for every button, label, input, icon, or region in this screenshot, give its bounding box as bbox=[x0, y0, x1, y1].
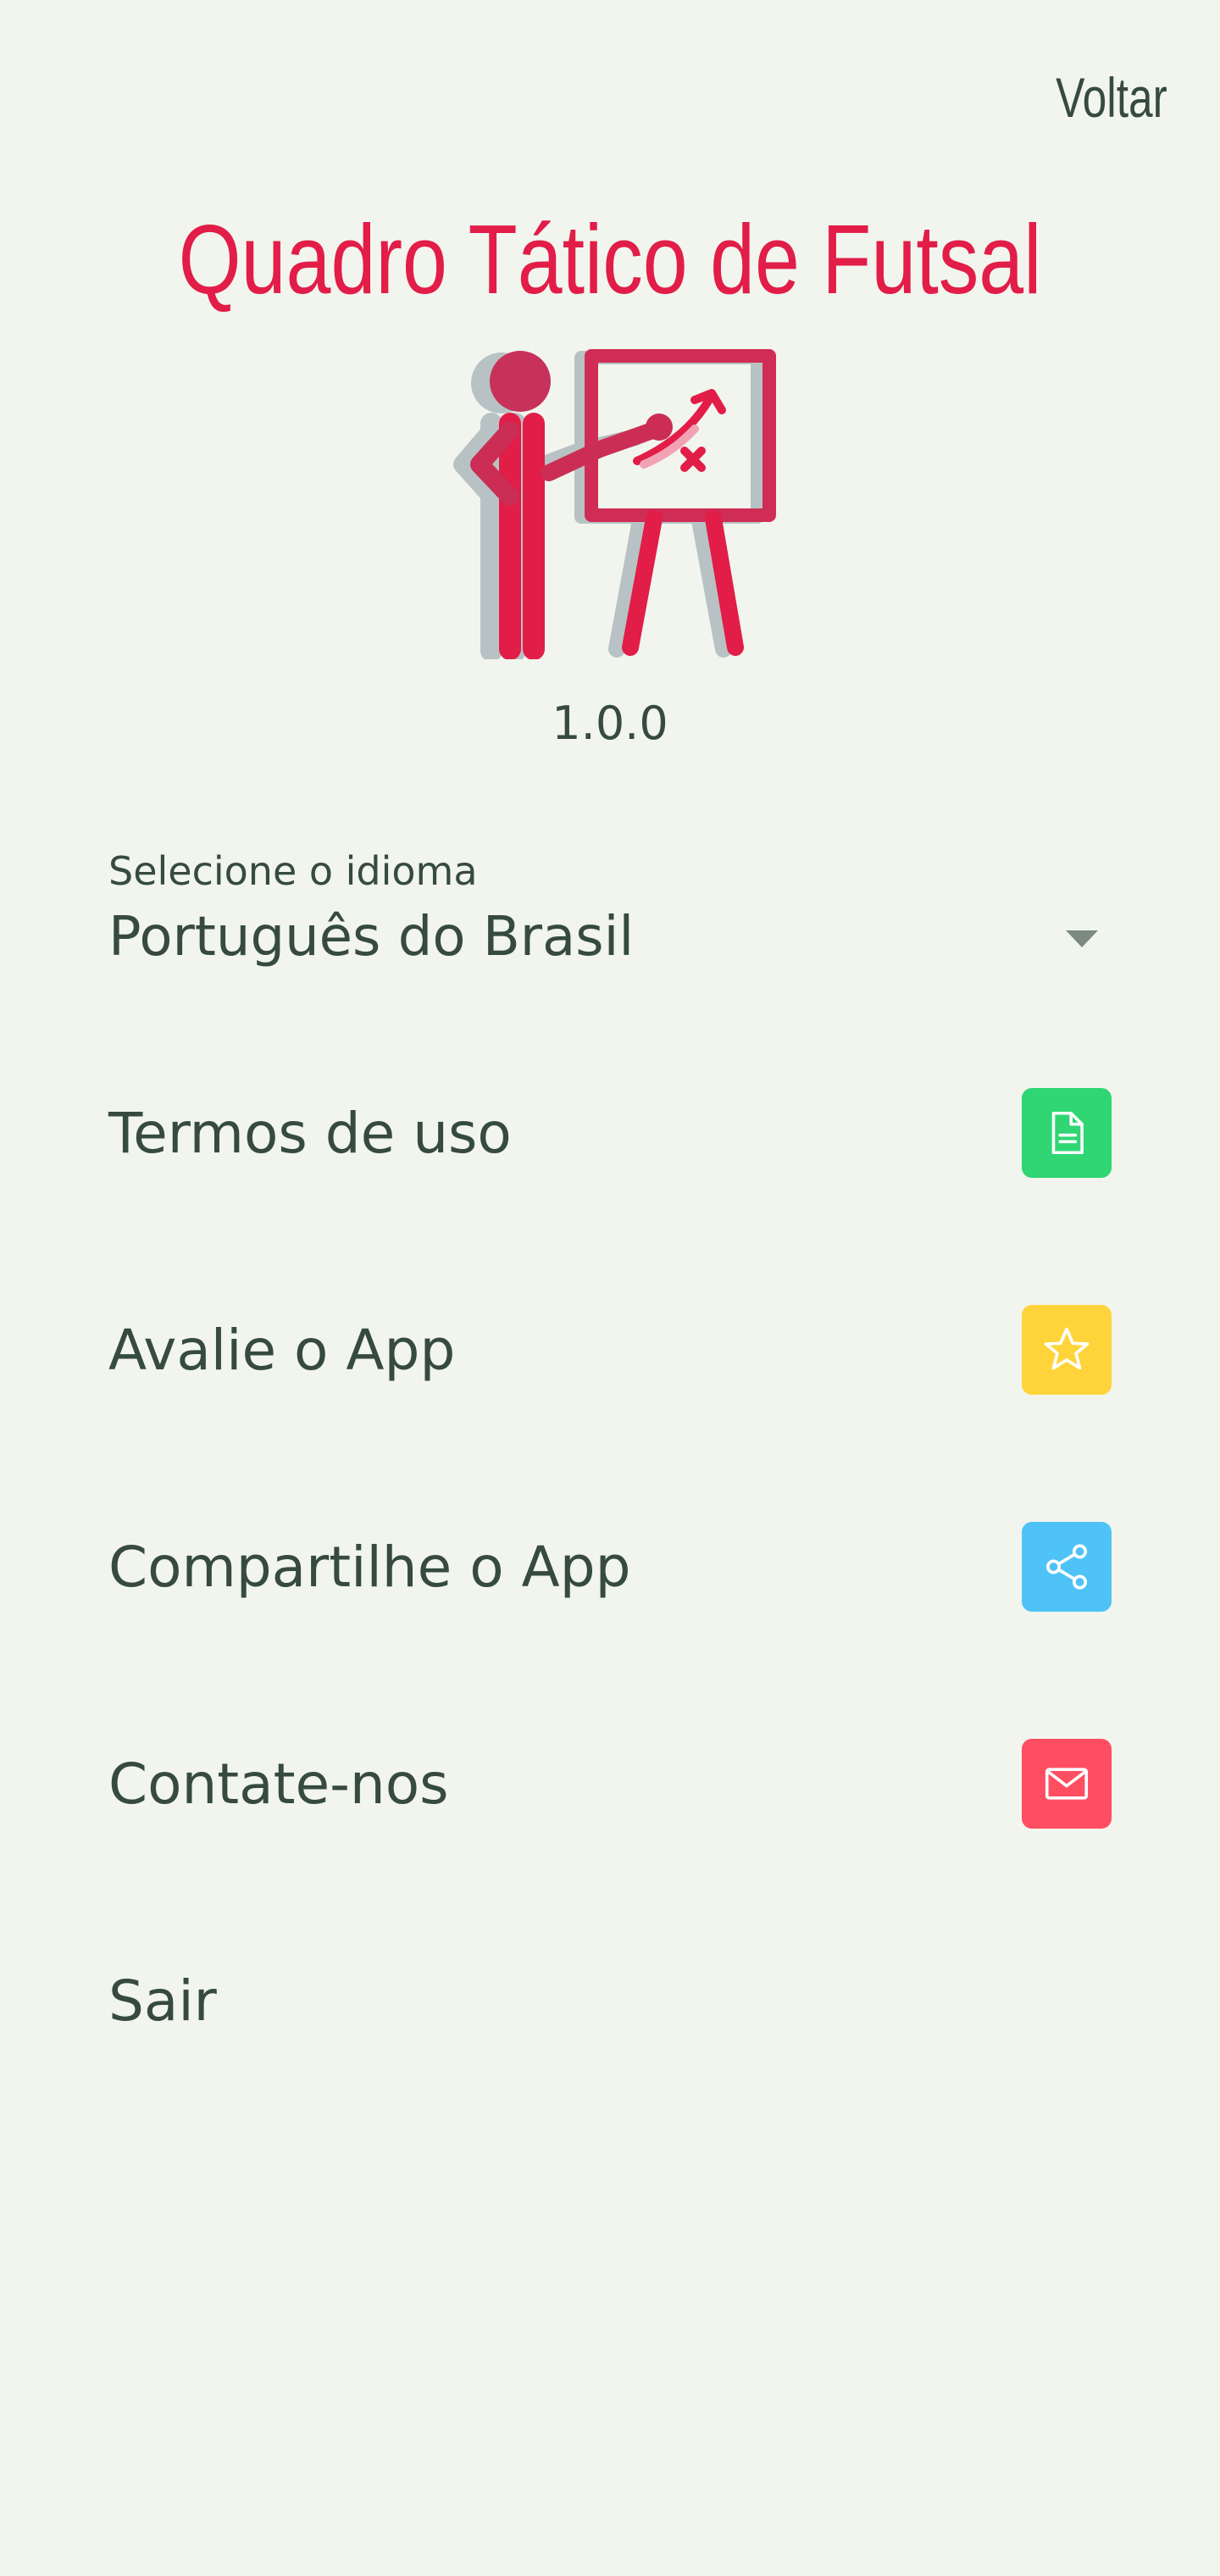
menu-item-label: Contate-nos bbox=[108, 1752, 449, 1817]
menu-item-label: Sair bbox=[108, 1968, 217, 2034]
menu-item-rate-app[interactable]: Avalie o App bbox=[108, 1283, 1112, 1418]
app-title: Quadro Tático de Futsal bbox=[178, 204, 1042, 314]
menu-item-label: Termos de uso bbox=[108, 1101, 512, 1166]
menu-item-terms[interactable]: Termos de uso bbox=[108, 1066, 1112, 1202]
menu-item-exit[interactable]: Sair bbox=[108, 1934, 1112, 2069]
menu-item-share-app[interactable]: Compartilhe o App bbox=[108, 1500, 1112, 1635]
app-version: 1.0.0 bbox=[552, 697, 668, 750]
menu-item-label: Compartilhe o App bbox=[108, 1535, 631, 1600]
language-selected-value: Português do Brasil bbox=[108, 906, 635, 969]
star-icon bbox=[1022, 1305, 1112, 1395]
settings-screen: Voltar Quadro Tático de Futsal 1.0.0 Sel… bbox=[0, 0, 1220, 2576]
caret-down-icon bbox=[1066, 930, 1098, 947]
menu-item-contact[interactable]: Contate-nos bbox=[108, 1717, 1112, 1852]
coach-tactics-board-icon bbox=[441, 346, 779, 662]
mail-icon bbox=[1022, 1739, 1112, 1829]
language-select[interactable]: Português do Brasil bbox=[108, 895, 1112, 980]
language-label: Selecione o idioma bbox=[108, 848, 478, 894]
menu-item-label: Avalie o App bbox=[108, 1318, 456, 1383]
back-button[interactable]: Voltar bbox=[1056, 59, 1167, 136]
document-icon bbox=[1022, 1088, 1112, 1178]
share-icon bbox=[1022, 1522, 1112, 1612]
